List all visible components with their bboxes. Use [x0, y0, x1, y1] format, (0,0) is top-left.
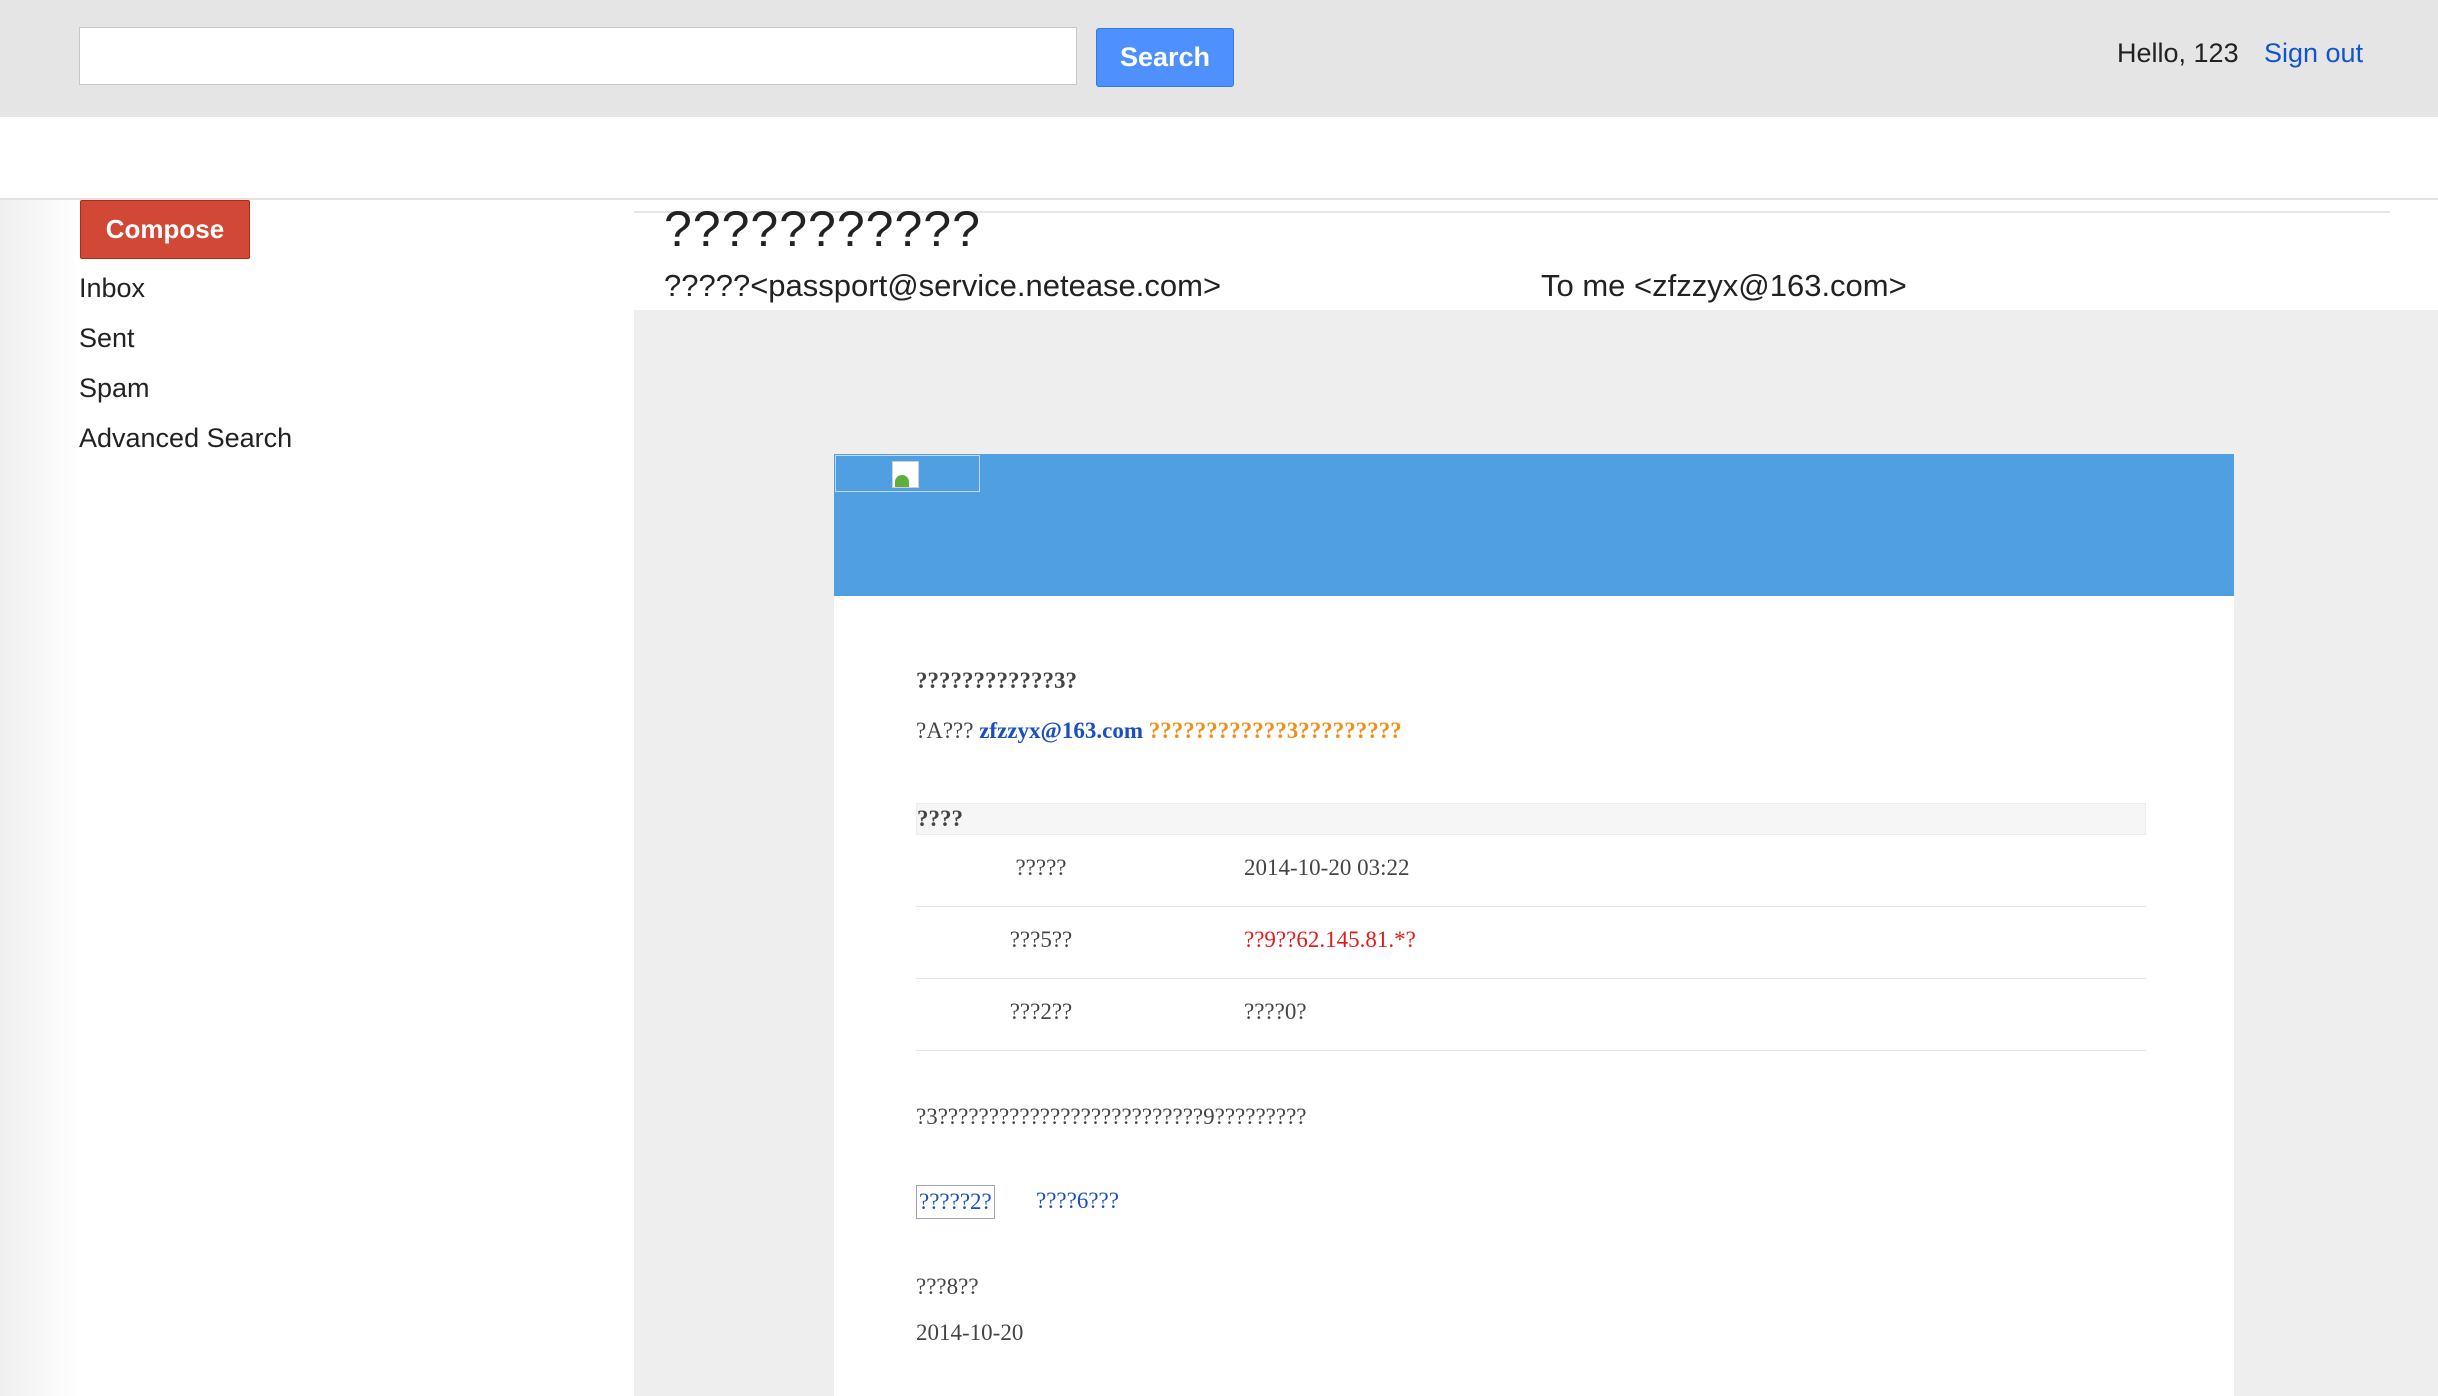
email-signature: ???8?? [916, 1274, 979, 1299]
email-card: ????????????3? ?A??? zfzzyx@163.com ????… [834, 454, 2234, 1396]
detail-value: 2014-10-20 03:22 [1244, 855, 1410, 880]
notice-prefix: ?A??? [916, 718, 980, 743]
sidebar-item-advanced-search[interactable]: Advanced Search [79, 420, 292, 470]
email-date: 2014-10-20 [916, 1320, 1024, 1345]
compose-button[interactable]: Compose [80, 200, 250, 259]
primary-action-link[interactable]: ?????2? [916, 1185, 995, 1219]
detail-row: ???2?? ????0? [916, 979, 2146, 1051]
logo-image [835, 455, 980, 492]
notice-email: zfzzyx@163.com [979, 718, 1143, 743]
sidebar-nav: Inbox Sent Spam Advanced Search [79, 270, 292, 470]
sidebar-item-sent[interactable]: Sent [79, 320, 292, 370]
email-tip: ?3??????????????????????????9????????? [916, 1104, 1307, 1129]
email-banner [834, 454, 2234, 596]
sign-out-link[interactable]: Sign out [2264, 38, 2363, 69]
sidebar-item-spam[interactable]: Spam [79, 370, 292, 420]
details-title: ???? [916, 803, 2146, 835]
email-greeting: ????????????3? [916, 668, 1077, 693]
user-greeting: Hello, 123 [2117, 38, 2239, 68]
header-divider [0, 198, 2438, 200]
message-recipient: To me <zfzzyx@163.com> [1541, 268, 1907, 303]
notice-warning: ????????????3????????? [1143, 718, 1402, 743]
top-bar: Search Hello, 123 Sign out [0, 0, 2438, 117]
email-notice: ?A??? zfzzyx@163.com ????????????3??????… [916, 718, 1402, 744]
message-sender: ?????<passport@service.netease.com> [664, 268, 1222, 303]
detail-row: ???5?? ??9??62.145.81.*? [916, 907, 2146, 979]
detail-value: ??9??62.145.81.*? [1244, 927, 1416, 952]
detail-key: ????? [1015, 855, 1067, 880]
detail-row: ????? 2014-10-20 03:22 [916, 835, 2146, 907]
secondary-action-link[interactable]: ????6??? [1036, 1187, 1119, 1215]
search-button[interactable]: Search [1096, 28, 1234, 87]
search-input[interactable] [79, 27, 1077, 85]
detail-value: ????0? [1244, 999, 1307, 1024]
broken-image-icon [892, 461, 919, 488]
message-subject: ??????????? [664, 201, 981, 257]
detail-key: ???5?? [1009, 927, 1073, 952]
detail-key: ???2?? [1009, 999, 1073, 1024]
sidebar-shade [0, 200, 80, 1396]
sidebar-item-inbox[interactable]: Inbox [79, 270, 292, 320]
